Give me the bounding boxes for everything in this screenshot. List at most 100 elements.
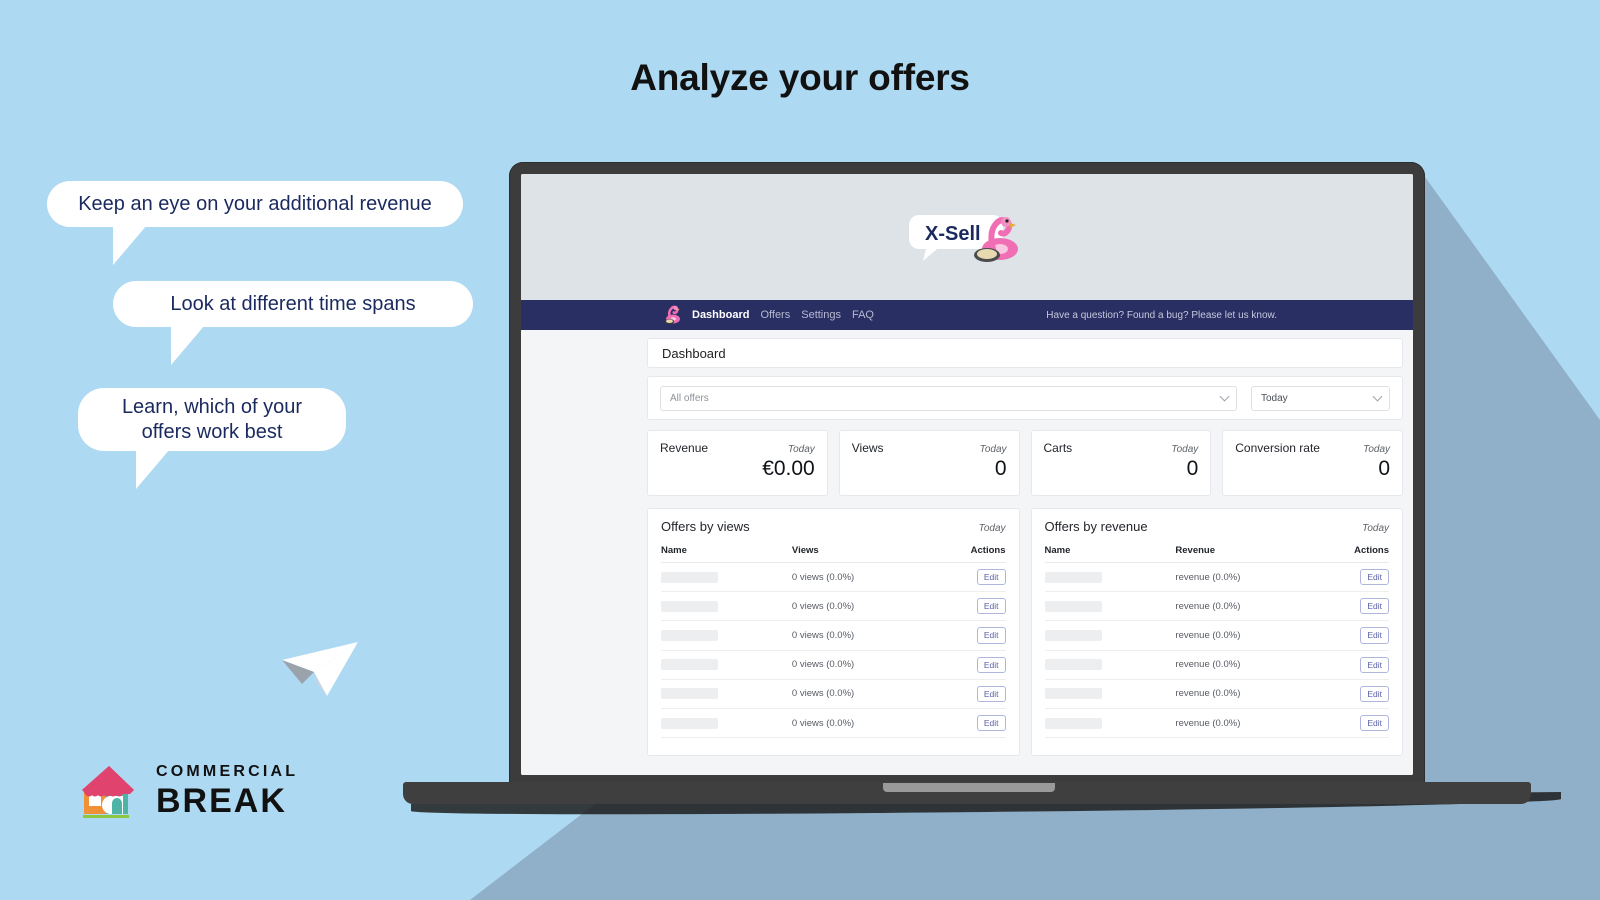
edit-button[interactable]: Edit [976, 714, 1006, 732]
nav-item-offers[interactable]: Offers [760, 309, 790, 321]
table-header-row: Name Views Actions [661, 545, 1006, 563]
cell-views: 0 views (0.0%) [791, 650, 930, 680]
page-title: Analyze your offers [630, 57, 970, 98]
cell-actions: Edit [929, 620, 1006, 651]
name-placeholder [1044, 717, 1102, 729]
stats-row: Revenue Today €0.00 Views Today 0 Carts … [647, 430, 1403, 496]
table-row: revenue (0.0%) Edit [1044, 591, 1389, 622]
brand-line-2: BREAK [156, 782, 287, 820]
cell-name [661, 591, 792, 622]
stat-card-carts: Carts Today 0 [1030, 430, 1212, 496]
cell-revenue: revenue (0.0%) [1175, 562, 1314, 593]
cell-actions: Edit [929, 562, 1006, 593]
stat-label: Views [851, 441, 884, 455]
cell-revenue: revenue (0.0%) [1175, 650, 1314, 680]
stat-label: Carts [1043, 441, 1073, 455]
edit-button[interactable]: Edit [976, 569, 1006, 586]
flamingo-brand-icon[interactable] [664, 305, 681, 325]
edit-button[interactable]: Edit [1360, 627, 1389, 644]
cell-name [661, 562, 792, 593]
cell-revenue: revenue (0.0%) [1175, 591, 1314, 622]
callout-text: Look at different time spans [170, 292, 416, 315]
column-header-actions: Actions [929, 545, 1006, 563]
laptop-screen: X-Sell Dashboard Offers Settings FAQ Hav… [521, 174, 1413, 775]
cell-actions: Edit [1313, 620, 1389, 651]
edit-button[interactable]: Edit [1360, 598, 1389, 615]
app-header: X-Sell [521, 174, 1413, 300]
shop-house-icon [82, 766, 134, 818]
cell-name [1044, 679, 1176, 709]
offer-filter-value: All offers [670, 392, 709, 404]
dashboard-page-header: Dashboard [647, 338, 1403, 368]
offer-filter-select[interactable]: All offers [660, 385, 1237, 411]
cell-name [1044, 620, 1176, 651]
filter-bar: All offers Today [647, 376, 1403, 420]
cell-views: 0 views (0.0%) [791, 562, 930, 593]
edit-button[interactable]: Edit [976, 598, 1006, 615]
cell-actions: Edit [1313, 650, 1389, 680]
cell-views: 0 views (0.0%) [791, 679, 930, 709]
callout-tail-icon [171, 325, 215, 365]
cell-actions: Edit [929, 650, 1006, 680]
nav-item-settings[interactable]: Settings [801, 309, 841, 321]
table-row: 0 views (0.0%) Edit [661, 679, 1006, 709]
stat-value: 0 [1378, 457, 1390, 480]
offers-by-revenue-table: Name Revenue Actions revenue (0.0%) Edit [1044, 545, 1389, 739]
table-row: 0 views (0.0%) Edit [661, 650, 1006, 680]
column-header-actions: Actions [1313, 545, 1389, 563]
edit-button[interactable]: Edit [1360, 569, 1389, 586]
name-placeholder [1044, 571, 1102, 583]
navbar-left-group: Dashboard Offers Settings FAQ [521, 305, 874, 325]
cell-revenue: revenue (0.0%) [1175, 620, 1314, 651]
chevron-down-icon [1219, 391, 1230, 402]
edit-button[interactable]: Edit [1360, 656, 1389, 673]
page-heading-label: Dashboard [662, 345, 726, 361]
table-row: revenue (0.0%) Edit [1044, 679, 1389, 709]
cell-views: 0 views (0.0%) [791, 620, 930, 651]
nav-item-faq[interactable]: FAQ [852, 309, 874, 321]
table-header-row: Name Revenue Actions [1044, 545, 1389, 563]
cell-name [1044, 708, 1176, 739]
table-row: revenue (0.0%) Edit [1044, 620, 1389, 651]
cell-revenue: revenue (0.0%) [1175, 679, 1314, 709]
callout-bubble-revenue: Keep an eye on your additional revenue [47, 181, 463, 265]
commercial-break-logo: COMMERCIAL BREAK [78, 760, 298, 822]
period-filter-select[interactable]: Today [1251, 385, 1390, 411]
column-header-views: Views [791, 545, 930, 563]
table-row: 0 views (0.0%) Edit [661, 708, 1006, 739]
callout-text-line2: offers work best [141, 420, 283, 443]
edit-button[interactable]: Edit [1360, 714, 1389, 732]
name-placeholder [661, 571, 718, 583]
cell-actions: Edit [929, 679, 1006, 709]
table-period: Today [1362, 523, 1389, 534]
name-placeholder [661, 717, 718, 729]
name-placeholder [661, 600, 718, 612]
app-content: Dashboard All offers Today Revenue Today… [521, 330, 1413, 775]
cell-views: 0 views (0.0%) [791, 591, 930, 622]
navbar-help-text[interactable]: Have a question? Found a bug? Please let… [1046, 310, 1405, 321]
table-row: 0 views (0.0%) Edit [661, 562, 1006, 593]
table-title: Offers by views [661, 519, 750, 534]
cell-actions: Edit [1313, 562, 1389, 593]
cell-name [1044, 562, 1176, 593]
stat-period: Today [1171, 444, 1199, 455]
edit-button[interactable]: Edit [976, 627, 1006, 644]
cell-name [1044, 591, 1176, 622]
cell-name [661, 650, 792, 680]
chevron-down-icon [1372, 391, 1383, 402]
stat-card-revenue: Revenue Today €0.00 [647, 430, 828, 496]
stat-period: Today [787, 444, 815, 455]
period-filter-value: Today [1261, 392, 1288, 404]
cell-name [661, 620, 792, 651]
edit-button[interactable]: Edit [976, 656, 1006, 673]
brand-line-1: COMMERCIAL [156, 763, 299, 780]
callout-text: Keep an eye on your additional revenue [78, 192, 432, 215]
edit-button[interactable]: Edit [1360, 685, 1389, 702]
edit-button[interactable]: Edit [976, 685, 1006, 702]
nav-item-dashboard[interactable]: Dashboard [692, 309, 749, 321]
table-row: revenue (0.0%) Edit [1044, 562, 1389, 593]
table-period: Today [978, 523, 1006, 534]
stat-card-conversion-rate: Conversion rate Today 0 [1222, 430, 1403, 496]
name-placeholder [1044, 659, 1102, 671]
stat-label: Conversion rate [1235, 441, 1320, 455]
